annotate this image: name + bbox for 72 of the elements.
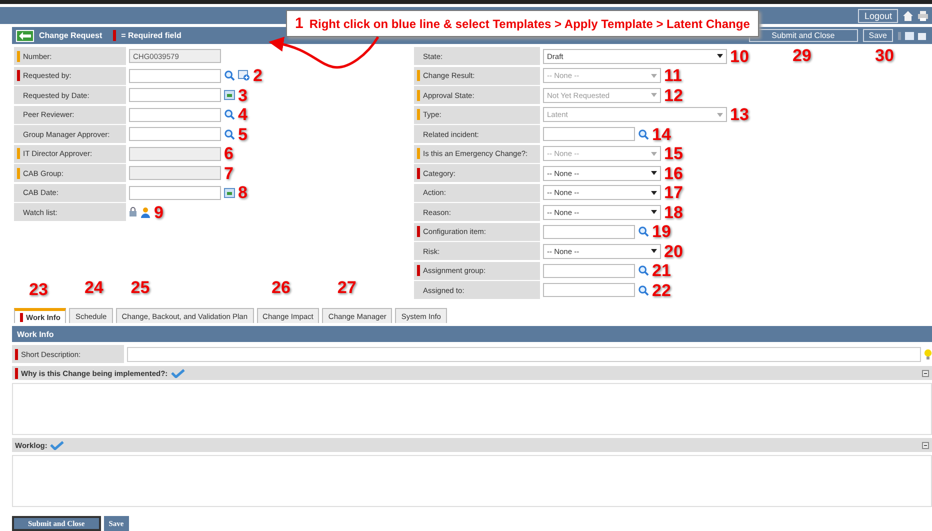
required-indicator	[113, 30, 116, 42]
search-icon[interactable]	[638, 265, 649, 276]
callout-number: 4	[238, 106, 248, 123]
callout-number: 23	[29, 281, 48, 298]
callout-number: 16	[664, 164, 683, 182]
calendar-icon[interactable]	[224, 90, 235, 100]
toolbar-icon[interactable]	[898, 30, 928, 41]
search-icon[interactable]	[224, 70, 235, 81]
instruction-tooltip: 1 Right click on blue line & select Templates > Apply Template > Latent Change	[286, 10, 759, 37]
callout-number: 18	[664, 204, 683, 220]
callout-number: 7	[224, 164, 234, 182]
text-field[interactable]	[543, 264, 635, 278]
date-field[interactable]	[129, 186, 221, 200]
form-title: Change Request	[39, 31, 102, 40]
text-field[interactable]	[127, 346, 921, 362]
spellcheck-icon[interactable]	[170, 368, 185, 378]
callout-number: 11	[664, 67, 682, 84]
add-record-icon[interactable]	[238, 70, 250, 81]
callout-number: 10	[730, 48, 749, 64]
lightbulb-icon[interactable]	[924, 348, 932, 360]
callout-number: 15	[664, 145, 683, 162]
back-button[interactable]	[16, 30, 34, 42]
callout-number: 12	[664, 86, 683, 104]
callout-number: 9	[154, 204, 164, 220]
callout-number: 8	[238, 184, 248, 201]
caret-icon[interactable]	[651, 210, 657, 214]
callout-number: 5	[238, 126, 248, 142]
text-field[interactable]	[129, 146, 221, 160]
callout-number: 22	[652, 282, 671, 298]
caret-icon[interactable]	[717, 54, 723, 58]
search-icon[interactable]	[224, 109, 235, 120]
callout-number: 26	[272, 279, 290, 296]
date-field[interactable]	[129, 88, 221, 102]
collapse-icon[interactable]	[922, 370, 929, 377]
spellcheck-icon[interactable]	[50, 440, 64, 450]
calendar-icon[interactable]	[224, 188, 235, 198]
logout-button[interactable]: Logout	[858, 8, 898, 23]
callout-number: 19	[652, 223, 671, 240]
text-field[interactable]	[129, 108, 221, 122]
caret-icon[interactable]	[651, 249, 657, 253]
search-icon[interactable]	[638, 226, 649, 237]
callout-number: 20	[664, 242, 683, 260]
caret-icon[interactable]	[651, 171, 657, 175]
text-field[interactable]	[129, 127, 221, 141]
print-icon[interactable]	[918, 10, 928, 21]
callout-number: 21	[652, 262, 671, 279]
search-icon[interactable]	[638, 284, 649, 296]
person-icon[interactable]	[140, 206, 151, 218]
caret-icon[interactable]	[651, 190, 657, 194]
text-field[interactable]	[543, 127, 635, 141]
home-icon[interactable]	[903, 10, 913, 21]
callout-number: 24	[84, 279, 104, 296]
text-field[interactable]	[129, 166, 221, 180]
required-legend: = Required field	[121, 31, 182, 40]
callout-number: 27	[337, 279, 356, 296]
callout-number: 13	[730, 106, 749, 123]
callout-number: 6	[224, 145, 234, 162]
search-icon[interactable]	[224, 128, 235, 140]
lock-icon[interactable]	[129, 207, 137, 217]
text-field[interactable]	[129, 68, 221, 82]
collapse-icon[interactable]	[922, 442, 929, 449]
text-field[interactable]	[543, 224, 635, 238]
callout-number: 14	[652, 126, 671, 142]
callout-number: 30	[875, 47, 894, 64]
section-header: Work Info	[12, 326, 932, 342]
text-field[interactable]	[543, 283, 635, 297]
callout-number: 29	[792, 47, 812, 64]
callout-number: 17	[664, 184, 683, 201]
callout-number: 3	[238, 86, 248, 104]
callout-number: 2	[253, 67, 262, 84]
search-icon[interactable]	[638, 128, 649, 140]
callout-number: 25	[130, 279, 150, 296]
